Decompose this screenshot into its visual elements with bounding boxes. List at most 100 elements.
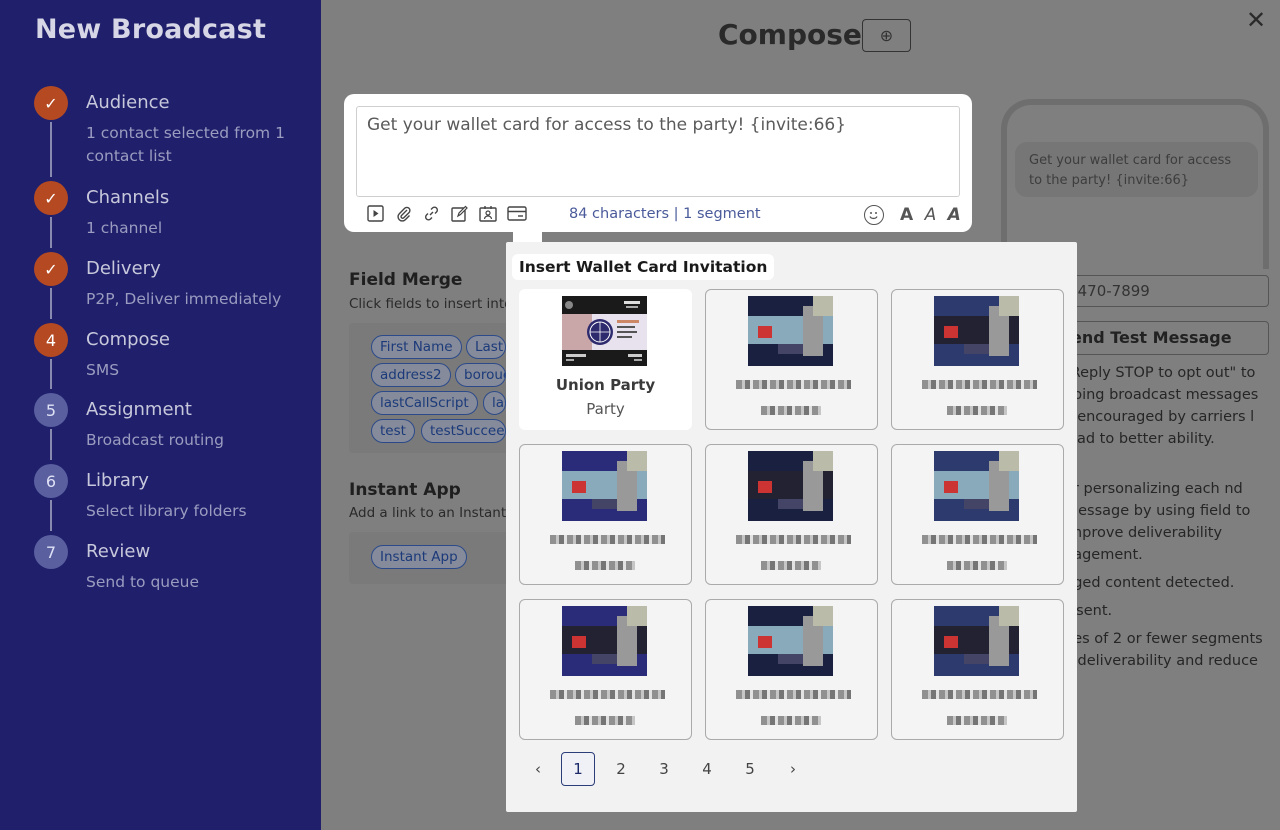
wizard-sidebar: New Broadcast ✓ Audience 1 contact selecte… <box>0 0 321 830</box>
page-number-button[interactable]: 4 <box>690 752 724 786</box>
prev-page-button[interactable]: ‹ <box>522 752 554 786</box>
tip-text: gged content detected. <box>1064 575 1235 591</box>
merge-chip[interactable]: las <box>483 391 506 415</box>
blurred-card-name <box>550 690 665 699</box>
card-subtitle: Party <box>586 400 625 418</box>
step-connector <box>50 288 52 319</box>
blurred-card-subtitle <box>947 561 1007 570</box>
blurred-card-name <box>736 380 851 389</box>
wallet-card-option[interactable] <box>705 599 878 740</box>
step-title[interactable]: Channels <box>86 187 169 208</box>
merge-chip[interactable]: test <box>371 419 415 443</box>
card-thumbnail <box>562 606 647 676</box>
page-number-button[interactable]: 1 <box>561 752 595 786</box>
blurred-card-name <box>922 690 1037 699</box>
next-page-button[interactable]: › <box>777 752 809 786</box>
step-subtitle: Broadcast routing <box>86 431 224 449</box>
merge-chip[interactable]: testSucceed <box>421 419 506 443</box>
close-icon[interactable]: ✕ <box>1246 6 1266 34</box>
step-title[interactable]: Delivery <box>86 258 161 279</box>
blurred-card-name <box>922 380 1037 389</box>
merge-chip[interactable]: address2 <box>371 363 451 387</box>
card-thumbnail <box>562 296 647 366</box>
message-editor: Get your wallet card for access to the p… <box>344 94 972 232</box>
font-style-controls: A A A <box>900 205 967 225</box>
wallet-card-option[interactable] <box>705 289 878 430</box>
card-thumbnail <box>748 451 833 521</box>
page-number-button[interactable]: 5 <box>733 752 767 786</box>
field-merge-subtitle: Click fields to insert into t <box>349 296 509 312</box>
message-preview-bubble: Get your wallet card for access to the p… <box>1015 142 1258 197</box>
step-subtitle: P2P, Deliver immediately <box>86 290 282 308</box>
page-number-button[interactable]: 3 <box>647 752 681 786</box>
emoji-icon[interactable] <box>864 205 884 225</box>
blurred-card-name <box>736 535 851 544</box>
bold-italic-icon[interactable]: A <box>948 205 961 225</box>
step-connector <box>50 122 52 177</box>
merge-chip[interactable]: lastCallScript <box>371 391 478 415</box>
tip-text: s sent. <box>1064 603 1113 619</box>
instant-app-chip[interactable]: Instant App <box>371 545 467 569</box>
instant-app-subtitle: Add a link to an Instant A <box>349 505 509 521</box>
step-marker: 6 <box>34 464 68 498</box>
step-title[interactable]: Library <box>86 470 149 491</box>
step-title[interactable]: Compose <box>86 329 170 350</box>
step-subtitle: Select library folders <box>86 502 247 520</box>
page-number-button[interactable]: 2 <box>604 752 638 786</box>
contact-card-icon[interactable] <box>478 204 497 223</box>
merge-chip[interactable]: First Name <box>371 335 462 359</box>
blurred-card-name <box>550 535 665 544</box>
blurred-card-subtitle <box>761 716 821 725</box>
tip-text: ges of 2 or fewer segments e deliverabil… <box>1064 631 1263 669</box>
field-merge-title: Field Merge <box>349 270 463 290</box>
step-subtitle: 1 contact selected from 1 contact list <box>86 124 285 165</box>
blurred-card-name <box>736 690 851 699</box>
step-subtitle: Send to queue <box>86 573 200 591</box>
card-name: Union Party <box>555 376 656 394</box>
message-textarea[interactable]: Get your wallet card for access to the p… <box>356 106 960 197</box>
wallet-card-option[interactable] <box>891 289 1064 430</box>
card-thumbnail <box>748 606 833 676</box>
step-title[interactable]: Audience <box>86 92 170 113</box>
plus-circle-icon[interactable]: ⊕ <box>862 19 911 52</box>
link-icon[interactable] <box>422 204 441 223</box>
video-icon[interactable] <box>366 204 385 223</box>
wallet-card-option[interactable] <box>705 444 878 585</box>
wallet-card-option[interactable] <box>519 599 692 740</box>
merge-chip[interactable]: Last <box>466 335 506 359</box>
card-thumbnail <box>934 296 1019 366</box>
edit-icon[interactable] <box>450 204 469 223</box>
wallet-card-option[interactable] <box>519 444 692 585</box>
wallet-card-option[interactable] <box>891 444 1064 585</box>
step-subtitle: 1 channel <box>86 219 163 237</box>
step-connector <box>50 359 52 389</box>
wallet-card-option[interactable] <box>891 599 1064 740</box>
blurred-card-name <box>922 535 1037 544</box>
merge-chip[interactable]: boroug <box>455 363 506 387</box>
bold-icon[interactable]: A <box>900 205 913 225</box>
blurred-card-subtitle <box>947 716 1007 725</box>
step-marker: ✓ <box>34 252 68 286</box>
step-connector <box>50 500 52 531</box>
wallet-card-icon[interactable] <box>506 204 528 223</box>
attachment-icon[interactable] <box>394 204 413 223</box>
italic-icon[interactable]: A <box>925 205 937 225</box>
send-test-message-button[interactable]: end Test Message <box>1050 321 1269 355</box>
step-marker: ✓ <box>34 181 68 215</box>
character-count: 84 characters | 1 segment <box>569 206 761 222</box>
step-subtitle: SMS <box>86 361 120 379</box>
step-title[interactable]: Review <box>86 541 150 562</box>
blurred-card-subtitle <box>761 561 821 570</box>
blurred-card-subtitle <box>575 716 635 725</box>
wallet-card-option[interactable]: Union Party Party <box>519 289 692 430</box>
card-thumbnail <box>934 451 1019 521</box>
instant-app-title: Instant App <box>349 480 461 500</box>
step-connector <box>50 429 52 460</box>
step-title[interactable]: Assignment <box>86 399 192 420</box>
step-marker: 5 <box>34 393 68 427</box>
test-phone-field[interactable]: ) 470-7899 <box>1050 275 1269 307</box>
blurred-card-subtitle <box>947 406 1007 415</box>
sidebar-title: New Broadcast <box>35 14 267 45</box>
tip-text: "Reply STOP to opt out" to going broadca… <box>1064 365 1259 447</box>
page-title: Compose <box>718 18 862 51</box>
